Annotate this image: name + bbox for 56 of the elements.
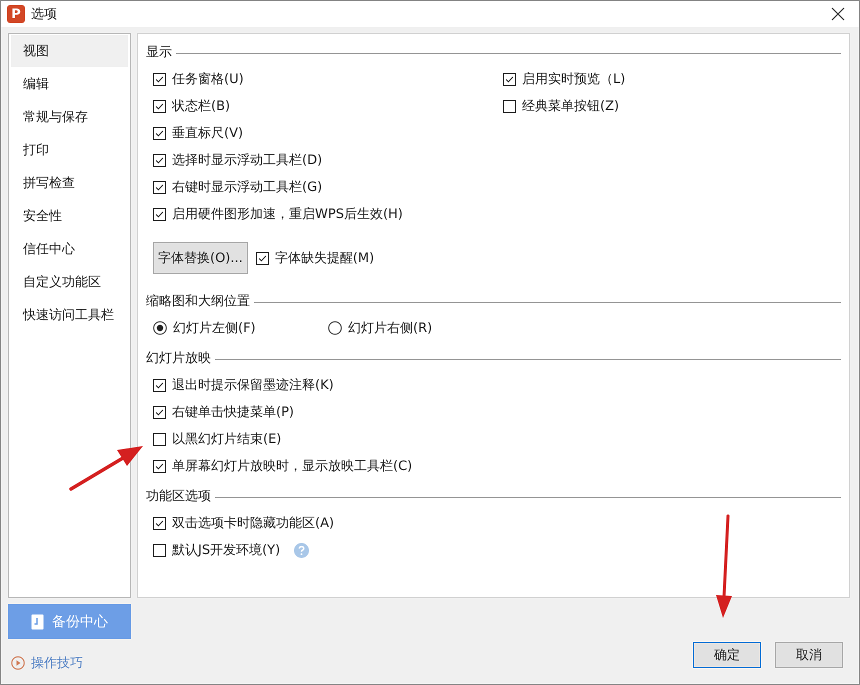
checkbox[interactable] bbox=[153, 432, 166, 446]
play-icon bbox=[11, 656, 25, 670]
tips-link[interactable]: 操作技巧 bbox=[8, 653, 131, 673]
checkbox[interactable] bbox=[153, 154, 166, 166]
radio-button[interactable] bbox=[328, 321, 342, 335]
sidebar-item[interactable]: 常规与保存 bbox=[11, 101, 128, 133]
checkbox[interactable] bbox=[153, 460, 166, 472]
sidebar-item[interactable]: 编辑 bbox=[11, 68, 128, 100]
checkbox[interactable] bbox=[153, 126, 166, 140]
sidebar-item[interactable]: 打印 bbox=[11, 134, 128, 166]
window-title: 选项 bbox=[31, 6, 58, 23]
checkbox[interactable] bbox=[153, 544, 166, 556]
section-title: 缩略图和大纲位置 bbox=[146, 293, 250, 310]
checkbox-label: 选择时显示浮动工具栏(D) bbox=[172, 152, 322, 169]
checkbox-label: 以黑幻灯片结束(E) bbox=[172, 431, 282, 448]
checkbox-label: 经典菜单按钮(Z) bbox=[522, 98, 620, 115]
radio-label: 幻灯片右侧(R) bbox=[348, 320, 432, 337]
checkbox-label: 右键单击快捷菜单(P) bbox=[172, 404, 294, 421]
checkbox-label: 字体缺失提醒(M) bbox=[274, 250, 374, 267]
sidebar-item[interactable]: 信任中心 bbox=[11, 233, 128, 265]
cancel-button[interactable]: 取消 bbox=[775, 642, 843, 668]
checkbox[interactable] bbox=[503, 100, 516, 112]
checkbox[interactable] bbox=[153, 378, 166, 392]
sidebar-item[interactable]: 安全性 bbox=[11, 200, 128, 232]
checkbox[interactable] bbox=[153, 180, 166, 194]
checkbox[interactable] bbox=[256, 252, 269, 264]
sidebar-item[interactable]: 拼写检查 bbox=[11, 167, 128, 199]
close-icon[interactable] bbox=[831, 7, 845, 21]
radio-label: 幻灯片左侧(F) bbox=[173, 320, 256, 337]
checkbox[interactable] bbox=[503, 72, 516, 86]
section-title: 功能区选项 bbox=[146, 488, 211, 505]
checkbox-label: 启用实时预览（L) bbox=[522, 71, 626, 88]
document-icon bbox=[31, 614, 44, 630]
checkbox-label: 双击选项卡时隐藏功能区(A) bbox=[172, 515, 334, 532]
checkbox-label: 右键时显示浮动工具栏(G) bbox=[172, 179, 322, 196]
sidebar-item[interactable]: 快速访问工具栏 bbox=[11, 299, 128, 331]
ok-button[interactable]: 确定 bbox=[693, 642, 761, 668]
checkbox[interactable] bbox=[153, 406, 166, 418]
section-title: 显示 bbox=[146, 44, 172, 61]
checkbox-label: 任务窗格(U) bbox=[172, 71, 244, 88]
font-replace-button[interactable]: 字体替换(O)... bbox=[153, 242, 248, 274]
checkbox-label: 启用硬件图形加速，重启WPS后生效(H) bbox=[172, 206, 403, 223]
checkbox[interactable] bbox=[153, 516, 166, 530]
checkbox[interactable] bbox=[153, 100, 166, 112]
sidebar-item[interactable]: 视图 bbox=[11, 35, 128, 67]
checkbox[interactable] bbox=[153, 208, 166, 220]
checkbox[interactable] bbox=[153, 72, 166, 86]
app-logo: P bbox=[7, 5, 25, 23]
section-title: 幻灯片放映 bbox=[146, 350, 211, 367]
sidebar-item[interactable]: 自定义功能区 bbox=[11, 266, 128, 298]
checkbox-label: 默认JS开发环境(Y) bbox=[172, 542, 280, 559]
checkbox-label: 垂直标尺(V) bbox=[172, 125, 244, 142]
checkbox-label: 退出时提示保留墨迹注释(K) bbox=[172, 377, 334, 394]
checkbox-label: 状态栏(B) bbox=[172, 98, 230, 115]
checkbox-label: 单屏幕幻灯片放映时，显示放映工具栏(C) bbox=[172, 458, 412, 475]
radio-button[interactable] bbox=[153, 321, 167, 335]
